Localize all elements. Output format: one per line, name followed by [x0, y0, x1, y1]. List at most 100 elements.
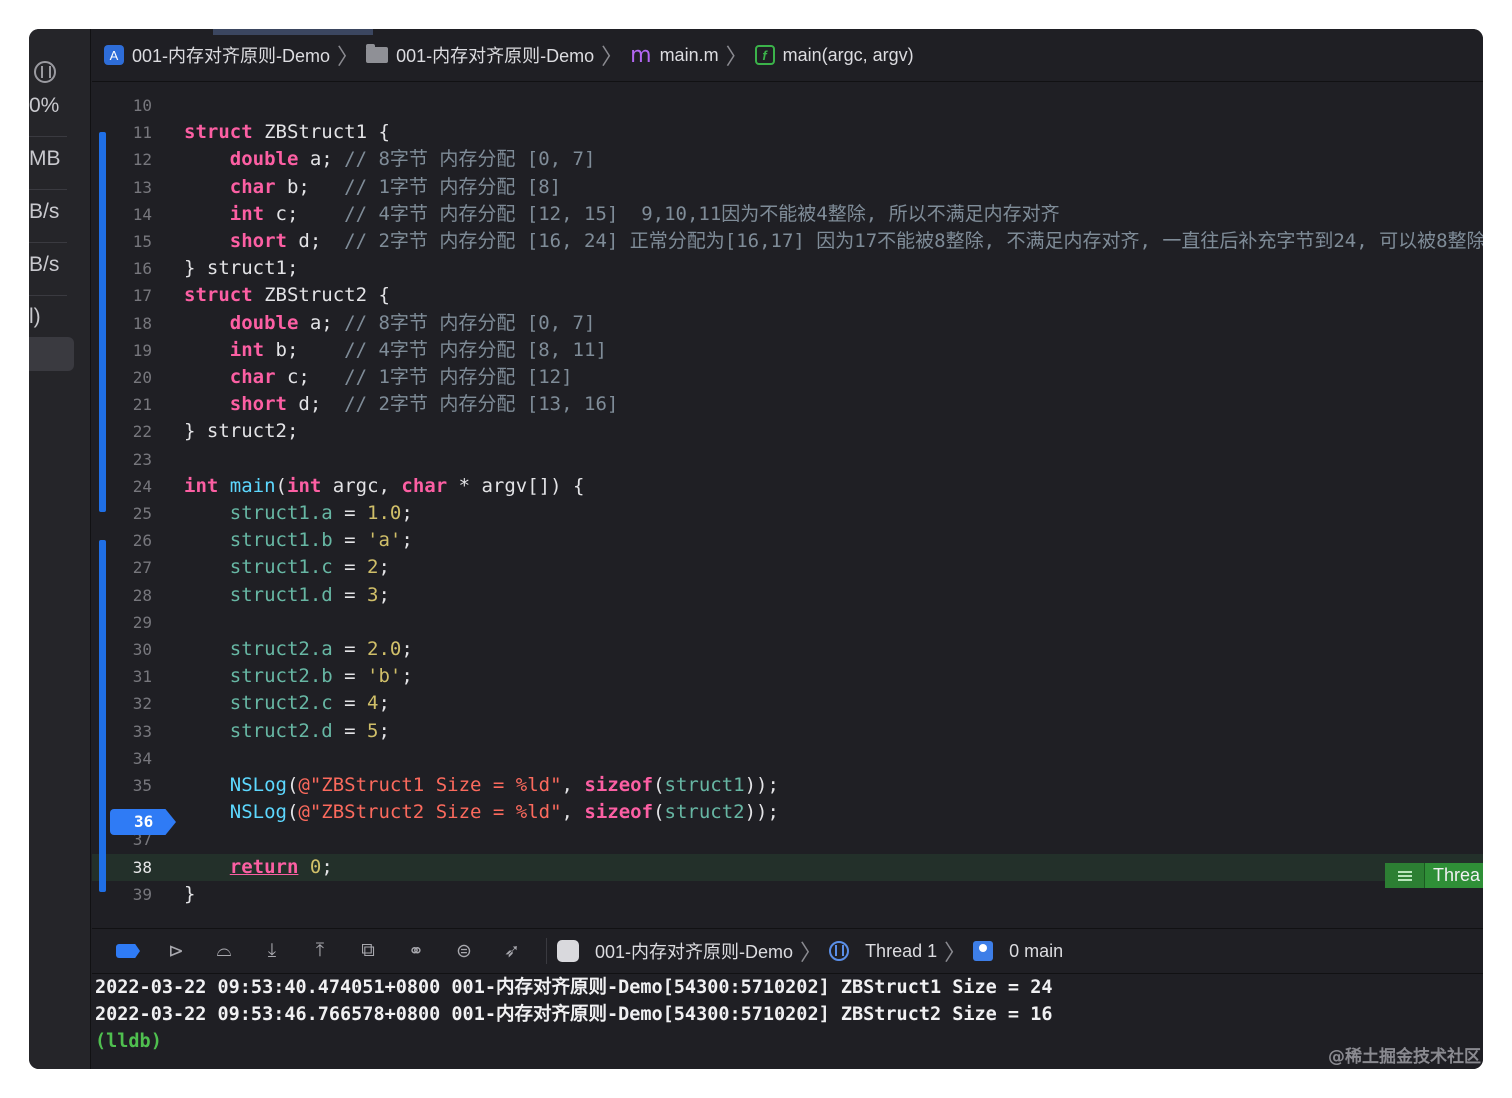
code-line[interactable]: 34: [92, 745, 1483, 772]
lldb-prompt[interactable]: (lldb): [95, 1028, 1483, 1055]
code-token: struct: [184, 121, 253, 144]
code-token: struct1: [664, 774, 745, 796]
breadcrumb-folder[interactable]: 001-内存对齐原则-Demo: [366, 42, 594, 68]
thread-menu-icon[interactable]: [1385, 863, 1425, 888]
simulate-location-icon[interactable]: ➶: [494, 937, 530, 965]
code-line[interactable]: 31 struct2.b = 'b';: [92, 663, 1483, 690]
code-line[interactable]: 12 double a; // 8字节 内存分配 [0, 7]: [92, 146, 1483, 173]
code-line[interactable]: 28 struct1.d = 3;: [92, 582, 1483, 609]
code-token: char: [229, 175, 276, 198]
code-line[interactable]: 15 short d; // 2字节 内存分配 [16, 24] 正常分配为[1…: [92, 228, 1483, 255]
change-bar[interactable]: [99, 132, 106, 512]
code-token: }: [184, 882, 196, 905]
code-text: short d; // 2字节 内存分配 [16, 24] 正常分配为[16,1…: [184, 228, 1483, 255]
code-token: @"ZBStruct2 Size = %ld": [298, 801, 562, 824]
code-token: struct1.a: [229, 502, 333, 524]
code-line[interactable]: 11 struct ZBStruct1 {: [92, 119, 1483, 146]
step-over-icon[interactable]: ⌓: [206, 937, 242, 965]
code-line[interactable]: 22} struct2;: [92, 418, 1483, 445]
breakpoint-marker[interactable]: 36: [110, 809, 176, 835]
step-out-icon[interactable]: ⤒: [302, 937, 338, 965]
breadcrumb-project[interactable]: A 001-内存对齐原则-Demo: [104, 42, 330, 68]
code-token: =: [332, 719, 368, 742]
code-line[interactable]: 36 NSLog(@"ZBStruct2 Size = %ld", sizeof…: [92, 799, 1483, 826]
code-token: ZBStruct1 {: [252, 121, 390, 144]
line-number[interactable]: 10: [92, 92, 152, 119]
code-line[interactable]: 16} struct1;: [92, 255, 1483, 282]
code-line[interactable]: 27 struct1.c = 2;: [92, 554, 1483, 581]
code-line[interactable]: 30 struct2.a = 2.0;: [92, 636, 1483, 663]
code-line[interactable]: 18 double a; // 8字节 内存分配 [0, 7]: [92, 310, 1483, 337]
thread-indicator-label: Threa: [1425, 863, 1483, 888]
code-token: (: [286, 774, 299, 796]
memory-graph-icon[interactable]: ⚭: [398, 937, 434, 965]
code-token: =: [332, 583, 368, 606]
selected-gauge-row[interactable]: [29, 337, 74, 371]
code-token: int: [229, 202, 265, 225]
code-token: (: [286, 801, 299, 824]
code-line[interactable]: 14 int c; // 4字节 内存分配 [12, 15] 9,10,11因为…: [92, 201, 1483, 228]
code-line[interactable]: 29: [92, 609, 1483, 636]
cpu-gauge[interactable]: 0%: [29, 84, 67, 137]
code-line[interactable]: 21 short d; // 2字节 内存分配 [13, 16]: [92, 391, 1483, 418]
code-token: c;: [264, 202, 345, 225]
network-gauge[interactable]: B/s: [29, 243, 67, 296]
code-line[interactable]: 19 int b; // 4字节 内存分配 [8, 11]: [92, 337, 1483, 364]
code-token: b;: [275, 175, 345, 198]
code-line[interactable]: 17 struct ZBStruct2 {: [92, 282, 1483, 309]
breadcrumb-function[interactable]: f main(argc, argv): [754, 45, 914, 66]
code-line[interactable]: 25 struct1.a = 1.0;: [92, 500, 1483, 527]
breakpoint-toggle-icon[interactable]: [110, 937, 146, 965]
code-token: =: [332, 638, 368, 660]
code-line[interactable]: 13 char b; // 1字节 内存分配 [8]: [92, 174, 1483, 201]
code-token: 'a': [367, 529, 402, 552]
code-line[interactable]: 39}: [92, 881, 1483, 908]
debug-view-hierarchy-icon[interactable]: ⧉: [350, 937, 386, 965]
change-bar[interactable]: [99, 540, 106, 892]
code-token: ;: [378, 719, 390, 742]
source-editor[interactable]: 39}38 return 0;3736 NSLog(@"ZBStruct2 Si…: [92, 82, 1483, 928]
code-line[interactable]: 33 struct2.d = 5;: [92, 718, 1483, 745]
code-line[interactable]: 35 NSLog(@"ZBStruct1 Size = %ld", sizeof…: [92, 772, 1483, 799]
debug-thread[interactable]: Thread 1: [829, 941, 937, 962]
thread-indicator[interactable]: Threa: [1385, 863, 1483, 888]
code-token: a;: [298, 148, 345, 171]
disk-gauge[interactable]: B/s: [29, 190, 67, 243]
thread-icon: [829, 941, 850, 961]
chevron-right-icon: 〉: [725, 44, 748, 69]
code-line[interactable]: 38 return 0;: [92, 853, 1483, 881]
debug-target[interactable]: 001-内存对齐原则-Demo: [557, 938, 793, 964]
code-token: 2: [367, 556, 379, 579]
network-gauge-value: B/s: [29, 253, 60, 276]
code-token: ;: [401, 502, 413, 524]
code-token: char: [229, 366, 276, 388]
code-text: struct2.d = 5;: [184, 718, 390, 745]
code-line[interactable]: 32 struct2.c = 4;: [92, 690, 1483, 717]
code-line[interactable]: 37: [92, 826, 1483, 853]
code-line[interactable]: 24 int main(int argc, char * argv[]) {: [92, 473, 1483, 500]
code-line[interactable]: 23: [92, 446, 1483, 473]
breadcrumb-file[interactable]: m main.m: [630, 43, 718, 68]
code-token: d;: [286, 230, 345, 252]
code-token: struct: [184, 284, 253, 307]
code-text: }: [184, 881, 195, 908]
code-line[interactable]: 26 struct1.b = 'a';: [92, 527, 1483, 554]
code-line[interactable]: 20 char c; // 1字节 内存分配 [12]: [92, 364, 1483, 391]
debug-frame[interactable]: 0 main: [973, 941, 1063, 962]
code-token: ,: [561, 801, 585, 824]
continue-icon[interactable]: ⊳: [158, 937, 194, 965]
step-into-icon[interactable]: ⤓: [254, 937, 290, 965]
code-token: int: [229, 338, 265, 361]
code-token: ;: [401, 638, 413, 660]
memory-gauge[interactable]: MB: [29, 137, 67, 190]
memory-gauge-value: MB: [29, 147, 61, 170]
code-line[interactable]: 10: [92, 92, 1483, 119]
debug-gauge-icon[interactable]: [34, 61, 56, 83]
environment-overrides-icon[interactable]: ⊜: [446, 937, 482, 965]
code-token: 'b': [367, 665, 402, 688]
debug-console[interactable]: 2022-03-22 09:53:40.474051+0800 001-内存对齐…: [92, 974, 1483, 1069]
